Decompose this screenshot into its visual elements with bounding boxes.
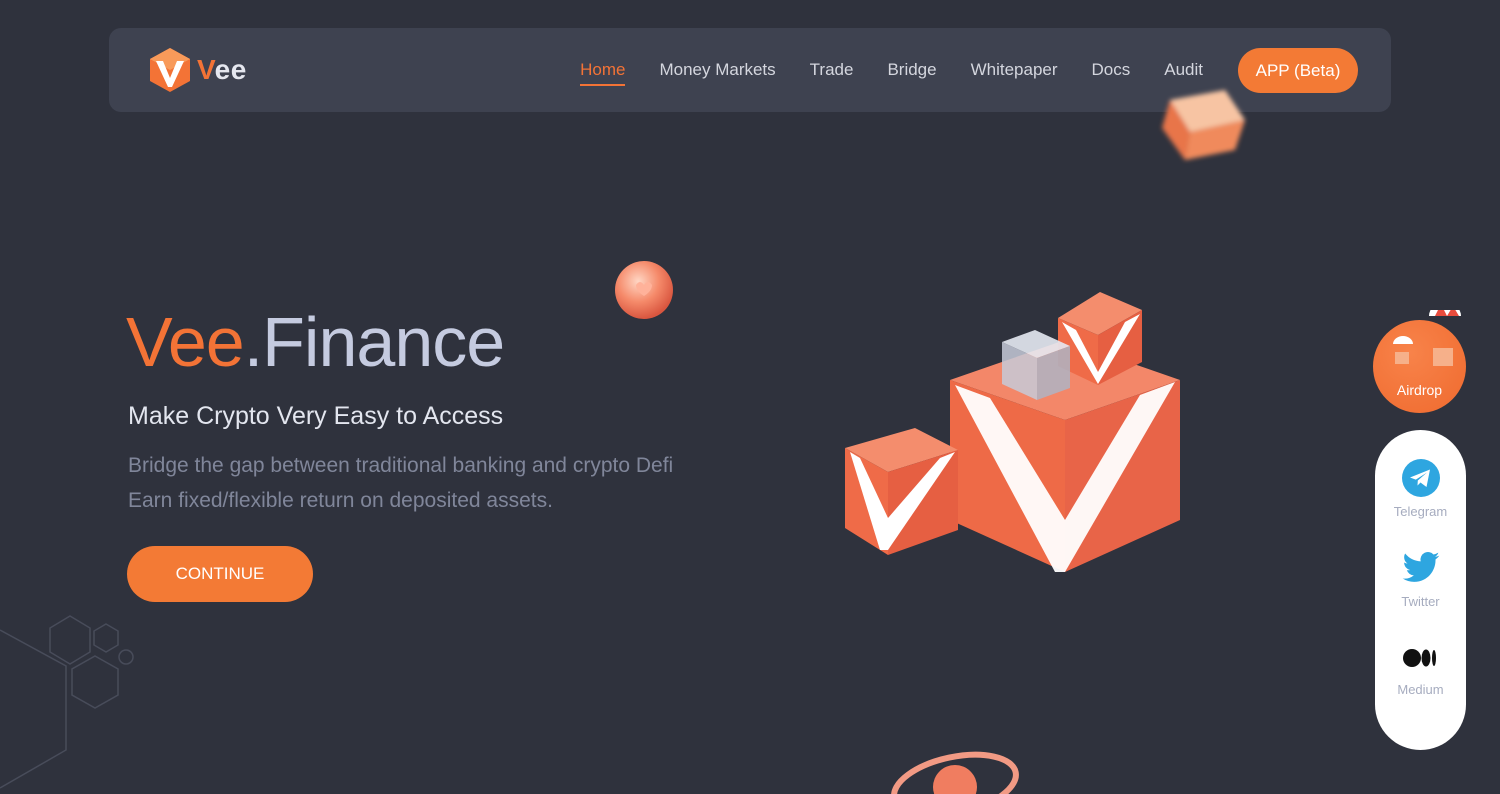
airdrop-button[interactable]: Airdrop — [1373, 310, 1466, 413]
heart-sphere-decoration-icon — [615, 261, 673, 319]
medium-label: Medium — [1397, 682, 1444, 697]
telegram-link[interactable]: Telegram — [1375, 458, 1466, 519]
app-beta-button[interactable]: APP (Beta) — [1238, 48, 1358, 93]
hero-description: Bridge the gap between traditional banki… — [128, 448, 673, 518]
telegram-label: Telegram — [1393, 504, 1448, 519]
hero-desc-line-1: Bridge the gap between traditional banki… — [128, 454, 674, 477]
twitter-label: Twitter — [1401, 594, 1440, 609]
floating-cube-decoration-icon — [1162, 90, 1245, 160]
parachute-gift-icon — [1393, 310, 1461, 366]
hero-title: Vee.Finance — [126, 303, 505, 381]
hero-desc-line-2: Earn fixed/flexible return on deposited … — [128, 489, 553, 512]
vee-logo[interactable]: Vee — [149, 47, 247, 93]
airdrop-label: Airdrop — [1396, 382, 1443, 398]
nav-home[interactable]: Home — [580, 56, 626, 86]
logo-text: Vee — [197, 54, 247, 85]
telegram-icon — [1401, 459, 1440, 497]
vee-cube-logo-icon — [150, 48, 190, 92]
vee-cubes-illustration-icon — [845, 292, 1180, 572]
hexagon-pattern-decoration-icon — [0, 615, 134, 789]
orbit-sphere-decoration-icon — [891, 751, 1019, 794]
twitter-link[interactable]: Twitter — [1375, 548, 1466, 609]
nav-bridge[interactable]: Bridge — [887, 56, 936, 84]
nav-trade[interactable]: Trade — [810, 56, 854, 84]
medium-link[interactable]: Medium — [1375, 640, 1466, 697]
continue-button[interactable]: CONTINUE — [127, 546, 313, 602]
hero-subtitle: Make Crypto Very Easy to Access — [128, 402, 504, 430]
twitter-icon — [1402, 552, 1439, 582]
nav-docs[interactable]: Docs — [1092, 56, 1131, 84]
nav-money-markets[interactable]: Money Markets — [659, 56, 775, 84]
social-links-panel: Telegram Twitter Medium — [1375, 430, 1466, 750]
main-nav: Home Money Markets Trade Bridge Whitepap… — [546, 28, 1203, 112]
medium-icon — [1402, 649, 1436, 667]
nav-whitepaper[interactable]: Whitepaper — [971, 56, 1058, 84]
